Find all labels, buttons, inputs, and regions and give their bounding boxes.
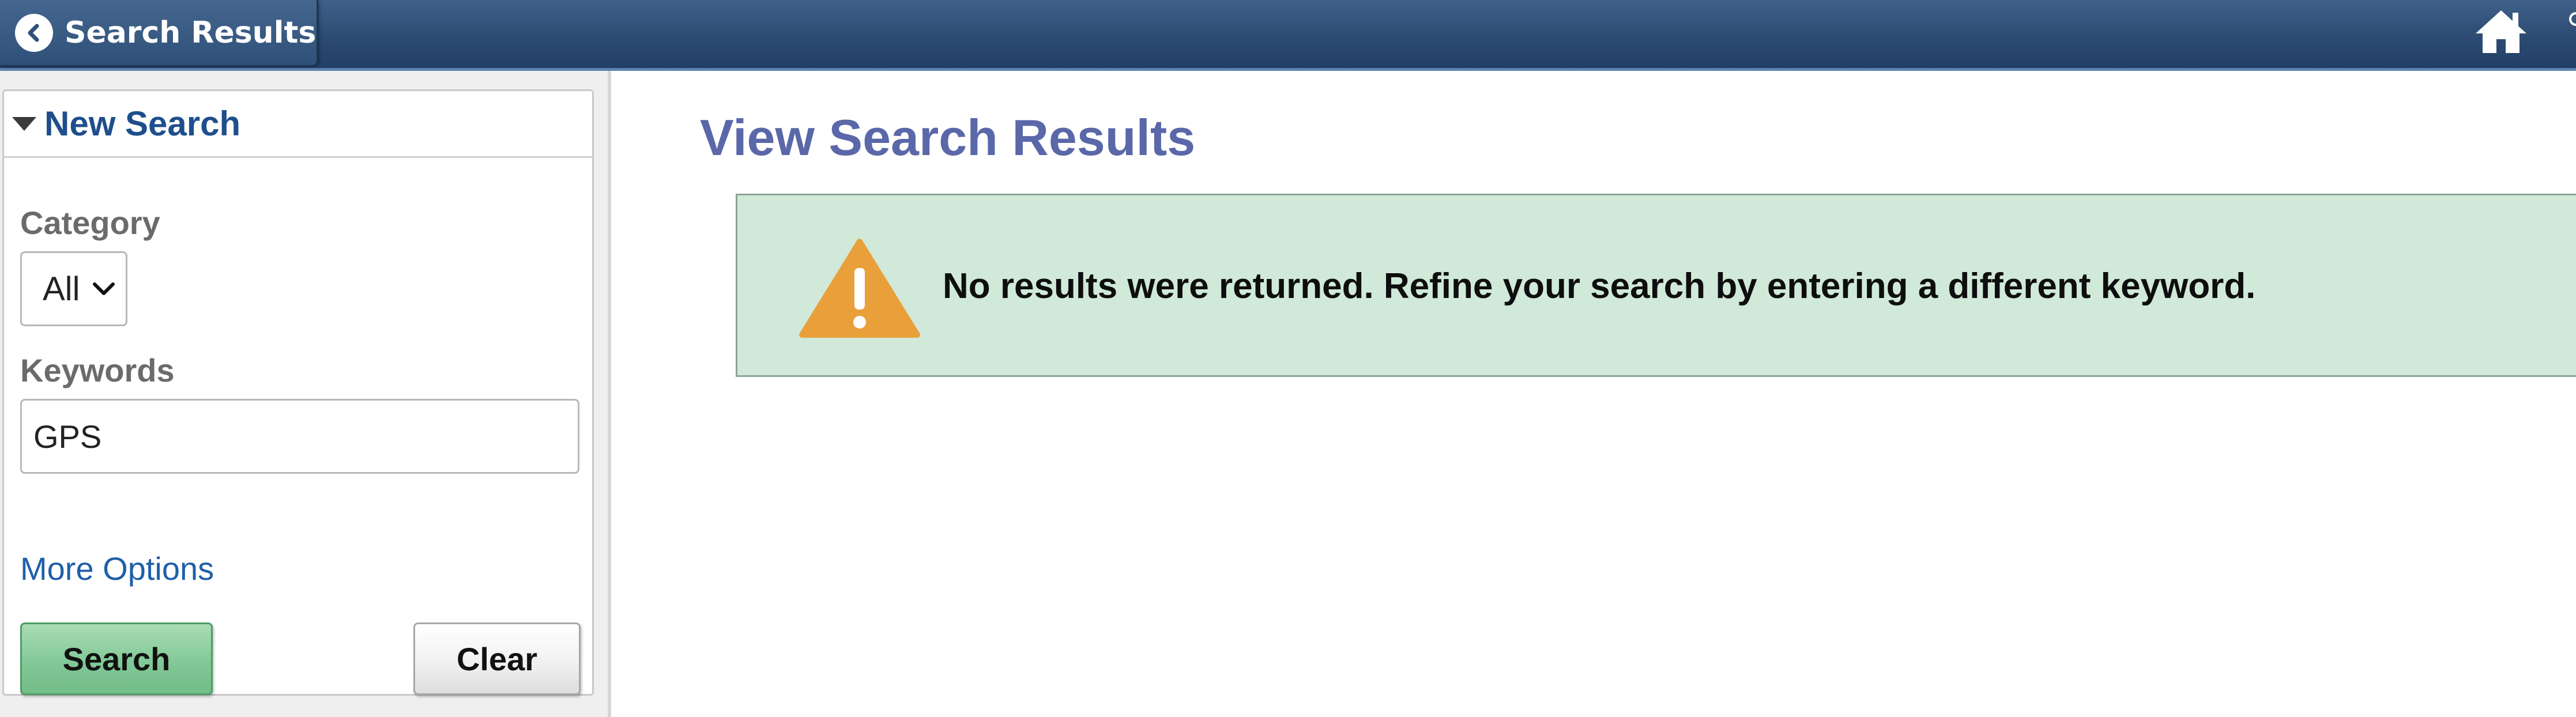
keywords-label: Keywords — [20, 352, 175, 388]
home-icon[interactable] — [2475, 8, 2528, 54]
keywords-input[interactable]: GPS — [20, 399, 579, 474]
triangle-down-icon — [12, 116, 36, 131]
category-select[interactable]: All — [20, 251, 127, 326]
category-label: Category — [20, 205, 160, 241]
header-bar: Search Results — [0, 0, 2576, 71]
more-options-link[interactable]: More Options — [20, 550, 214, 587]
keywords-value: GPS — [33, 418, 102, 455]
chevron-left-icon — [15, 13, 53, 52]
back-button[interactable]: Search Results — [0, 0, 318, 65]
clear-button[interactable]: Clear — [413, 622, 581, 695]
search-sidebar: New Search Category All Keywords GPS Mor… — [0, 71, 611, 717]
new-search-toggle[interactable]: New Search — [4, 91, 592, 158]
no-results-message: No results were returned. Refine your se… — [736, 194, 2576, 377]
settings-icon[interactable] — [2567, 12, 2576, 27]
no-results-text: No results were returned. Refine your se… — [943, 266, 2256, 306]
warning-icon — [799, 239, 920, 338]
chevron-down-icon — [93, 282, 115, 295]
back-button-label: Search Results — [65, 15, 317, 50]
page-title: View Search Results — [700, 109, 1196, 166]
new-search-panel: New Search Category All Keywords GPS Mor… — [2, 89, 594, 696]
category-selected-value: All — [43, 270, 80, 308]
new-search-title: New Search — [44, 104, 241, 143]
search-button[interactable]: Search — [20, 622, 213, 695]
